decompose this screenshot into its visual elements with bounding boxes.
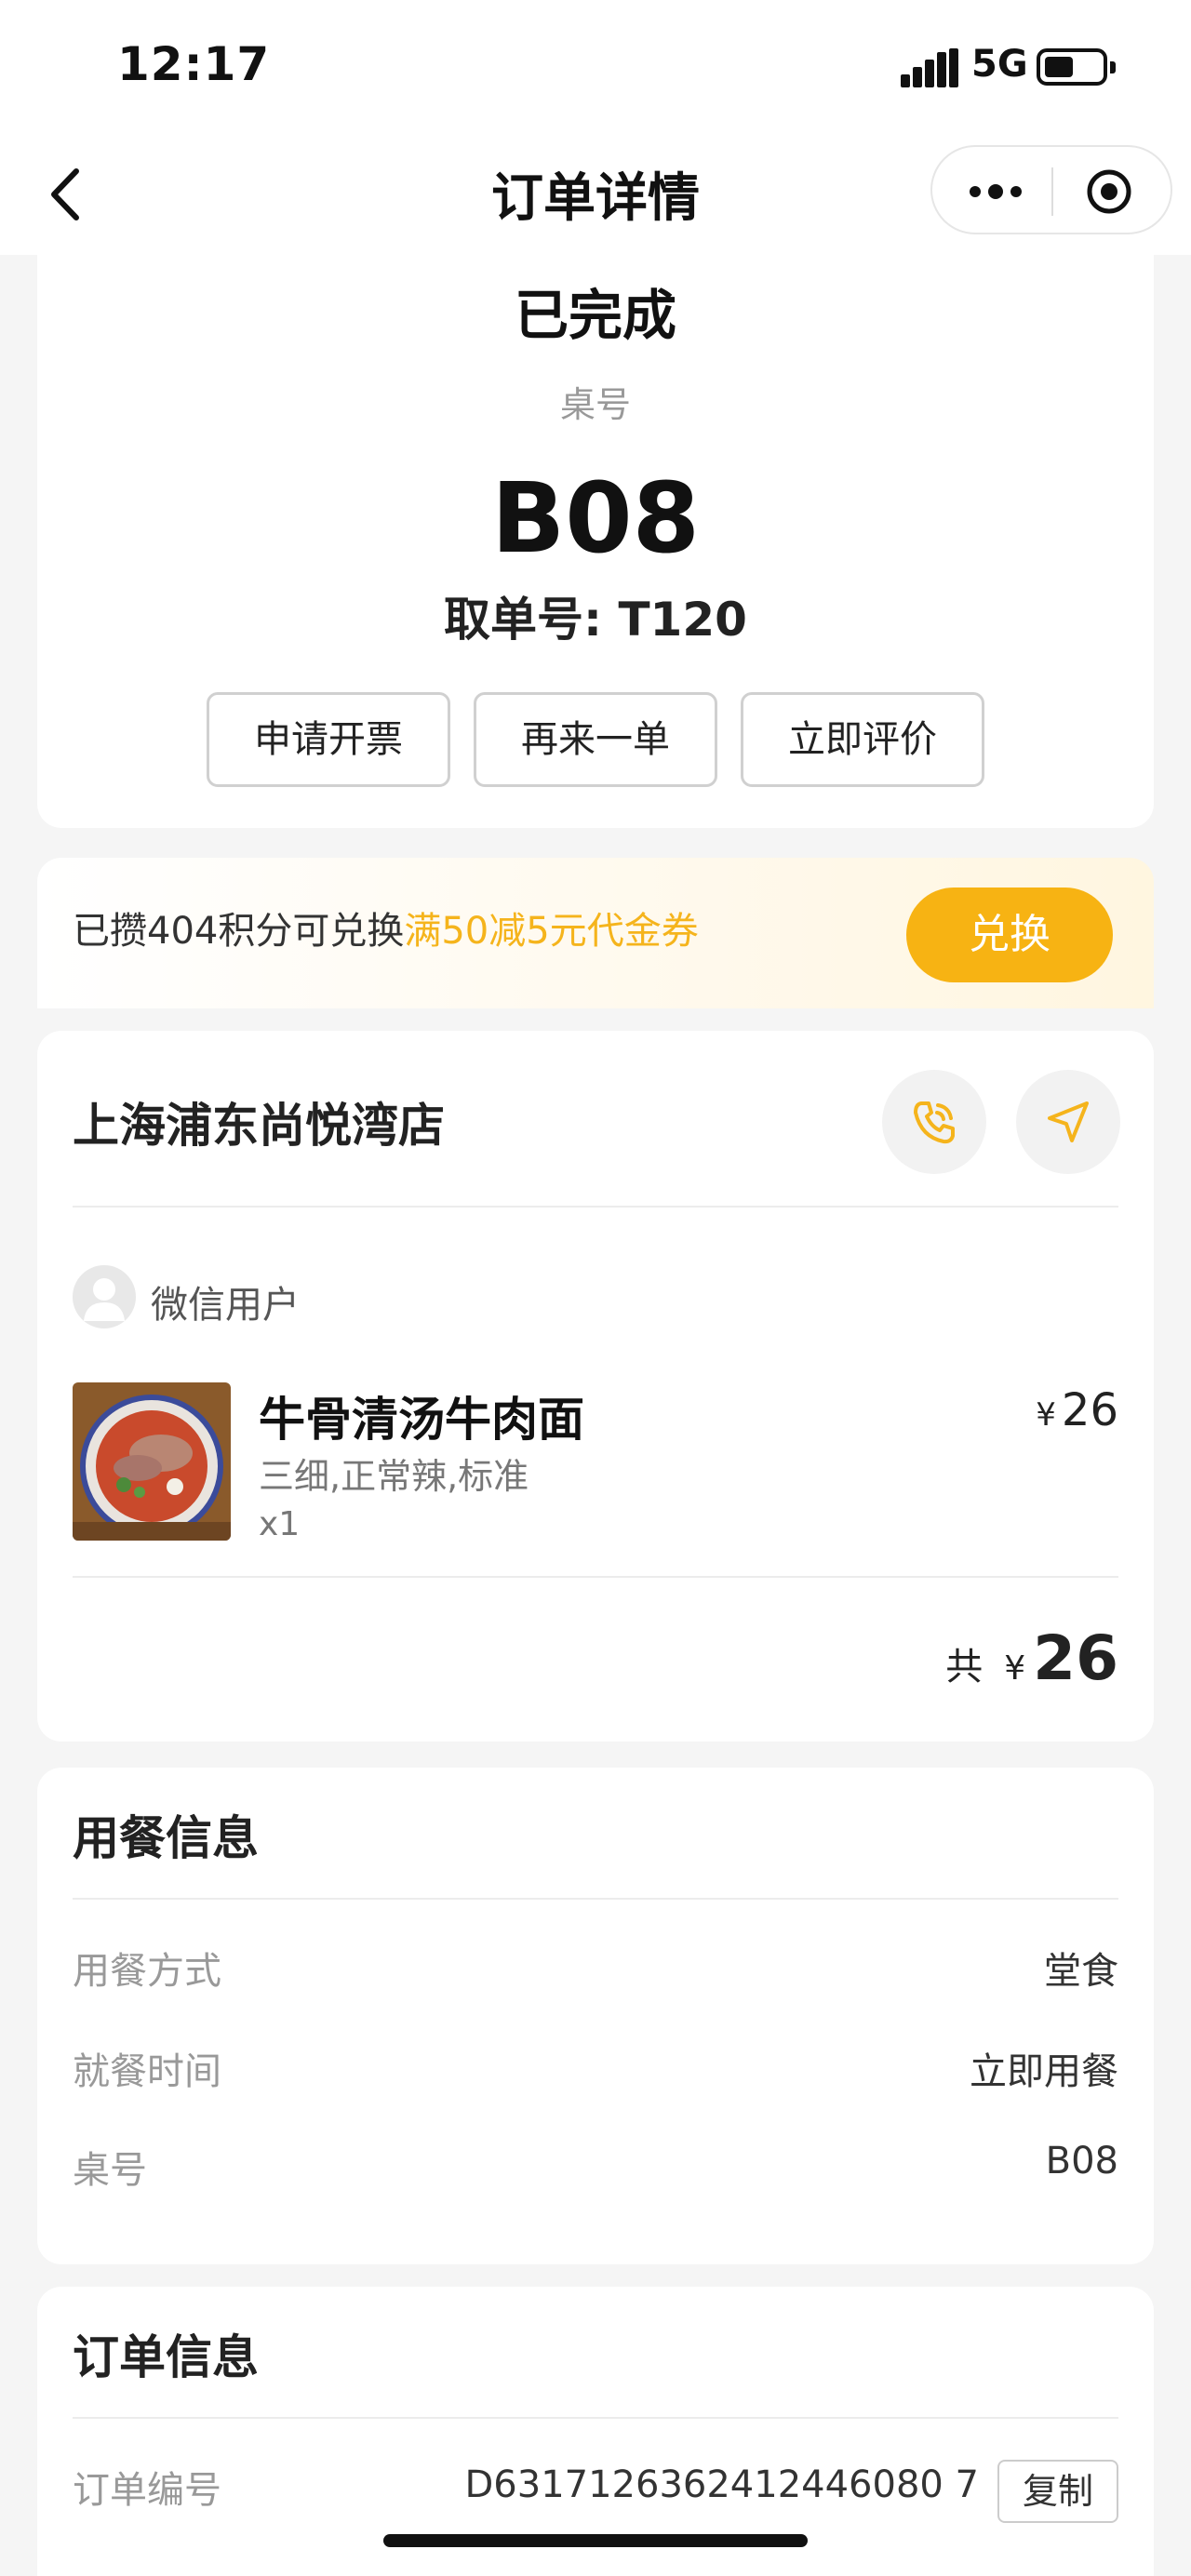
points-prefix: 已攒404积分可兑换 — [73, 910, 405, 953]
user-name: 微信用户 — [151, 1284, 300, 1327]
nav-bar: 订单详情 — [0, 130, 1191, 255]
avatar — [73, 1265, 136, 1328]
order-status: 已完成 — [514, 284, 676, 347]
navigation-arrow-icon — [1048, 1101, 1089, 1142]
signal-icon — [901, 48, 958, 87]
pickup-number: 取单号: T120 — [444, 593, 747, 647]
network-type: 5G — [971, 43, 1028, 86]
row-label: 桌号 — [73, 2149, 147, 2192]
total-value: 26 — [1033, 1622, 1118, 1694]
home-indicator — [383, 2534, 808, 2547]
order-number-label: 订单编号 — [73, 2469, 221, 2512]
points-text: 已攒404积分可兑换满50减5元代金券 — [73, 901, 699, 954]
row-label: 用餐方式 — [73, 1950, 221, 1993]
row-value: 立即用餐 — [970, 2050, 1118, 2093]
dish-quantity: x1 — [259, 1505, 301, 1543]
row-label: 就餐时间 — [73, 2050, 221, 2093]
divider — [73, 1206, 1118, 1208]
capsule-divider — [1051, 167, 1053, 216]
order-number: D6317126362412446080 7 — [464, 2463, 980, 2506]
dish-price-value: 26 — [1061, 1384, 1118, 1436]
review-button[interactable]: 立即评价 — [741, 692, 984, 787]
order-status-card: 已完成 桌号 B08 取单号: T120 申请开票 再来一单 立即评价 — [37, 255, 1154, 828]
copy-button[interactable]: 复制 — [997, 2460, 1118, 2523]
section-title: 用餐信息 — [73, 1811, 259, 1865]
store-card: 上海浦东尚悦湾店 微信用户 牛骨清汤牛肉面 三细,正常辣,标准 x1 ¥ 26 … — [37, 1031, 1154, 1742]
divider — [73, 1576, 1118, 1578]
mini-program-capsule — [930, 145, 1172, 234]
row-value: B08 — [1045, 2140, 1118, 2182]
total-label: 共 — [945, 1646, 984, 1688]
status-bar: 12:17 5G — [0, 0, 1191, 130]
points-highlight: 满50减5元代金券 — [404, 910, 699, 953]
order-info-card: 订单信息 订单编号 D6317126362412446080 7 复制 — [37, 2287, 1154, 2576]
reorder-button[interactable]: 再来一单 — [474, 692, 717, 787]
table-number: B08 — [491, 461, 700, 575]
dish-spec: 三细,正常辣,标准 — [259, 1456, 529, 1497]
section-title: 订单信息 — [73, 2330, 259, 2384]
action-buttons: 申请开票 再来一单 立即评价 — [207, 692, 984, 787]
store-name: 上海浦东尚悦湾店 — [73, 1099, 445, 1153]
call-button[interactable] — [882, 1070, 986, 1174]
close-miniprogram-icon[interactable] — [1085, 167, 1133, 216]
dish-price: ¥26 — [1036, 1384, 1118, 1436]
divider — [73, 1898, 1118, 1900]
battery-icon — [1037, 48, 1116, 86]
dining-info-card: 用餐信息 用餐方式 堂食 就餐时间 立即用餐 桌号 B08 — [37, 1768, 1154, 2264]
navigate-button[interactable] — [1016, 1070, 1120, 1174]
table-label: 桌号 — [559, 384, 631, 425]
divider — [73, 2417, 1118, 2419]
request-invoice-button[interactable]: 申请开票 — [207, 692, 450, 787]
points-banner: 已攒404积分可兑换满50减5元代金券 兑换 — [37, 858, 1154, 1008]
dish-image — [73, 1382, 231, 1541]
currency-symbol: ¥ — [1036, 1396, 1056, 1434]
row-value: 堂食 — [1044, 1950, 1118, 1993]
currency-symbol: ¥ — [1004, 1649, 1026, 1688]
phone-icon — [914, 1101, 955, 1144]
order-total: 共 ¥26 — [945, 1622, 1118, 1694]
more-icon[interactable] — [966, 169, 1025, 214]
exchange-button[interactable]: 兑换 — [906, 888, 1113, 982]
clock: 12:17 — [117, 37, 271, 91]
dish-name: 牛骨清汤牛肉面 — [259, 1393, 584, 1447]
